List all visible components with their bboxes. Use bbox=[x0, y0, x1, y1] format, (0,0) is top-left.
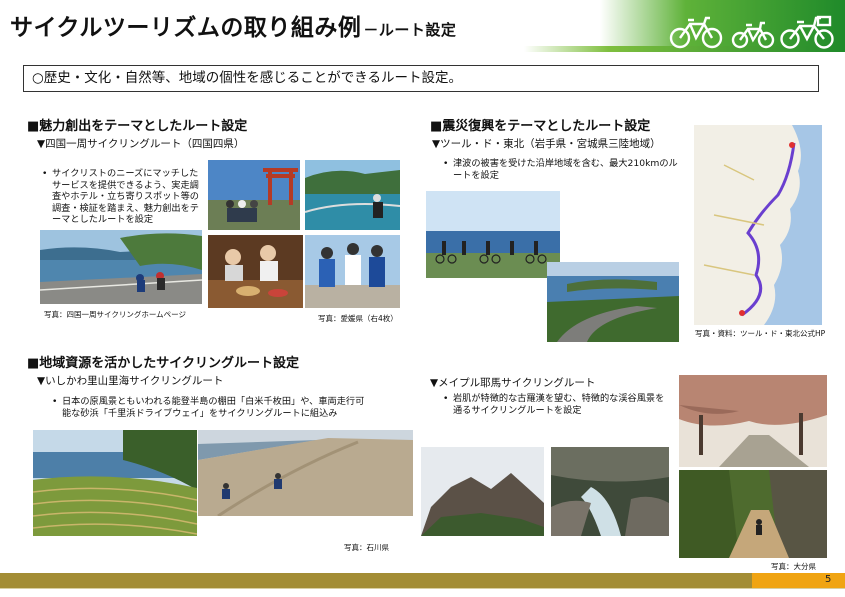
photo-river-bridge bbox=[305, 160, 400, 230]
caption-tohoku-official: 写真・資料：ツール・ド・東北公式HP bbox=[695, 329, 826, 338]
section-heading-reconstruction: ■震災復興をテーマとしたルート設定 bbox=[430, 119, 651, 134]
bullet-ishikawa: 日本の原風景ともいわれる能登半島の棚田「白米千枚田」や、車両走行可能な砂浜「千里… bbox=[52, 396, 372, 419]
page-subtitle: －ルート設定 bbox=[363, 21, 457, 39]
photo-gorge-river bbox=[551, 447, 669, 536]
photo-cyclists-group bbox=[305, 235, 400, 308]
intro-box: ○歴史・文化・自然等、地域の個性を感じることができるルート設定。 bbox=[23, 65, 819, 92]
bullet-text: 岩肌が特徴的な古羅漢を望む、特徴的な渓谷風景を通るサイクリングルートを設定 bbox=[443, 393, 669, 416]
caption-ishikawa: 写真：石川県 bbox=[344, 543, 389, 552]
caption-ehime: 写真：愛媛県（右4枚） bbox=[318, 314, 398, 323]
bullet-shikoku: サイクリストのニーズにマッチしたサービスを提供できるよう、実走調査やホテル・立ち… bbox=[42, 168, 202, 226]
photo-autumn-trees-path bbox=[679, 375, 827, 467]
section-heading-attraction: ■魅力創出をテーマとしたルート設定 bbox=[27, 119, 248, 134]
section-heading-local-resources: ■地域資源を活かしたサイクリングルート設定 bbox=[27, 356, 300, 371]
bullet-text: サイクリストのニーズにマッチしたサービスを提供できるよう、実走調査やホテル・立ち… bbox=[42, 168, 202, 226]
map-tour-de-tohoku bbox=[694, 125, 822, 325]
caption-oita: 写真：大分県 bbox=[771, 562, 816, 571]
bicycles-icon bbox=[668, 14, 838, 50]
page-title: サイクルツーリズムの取り組み例 －ルート設定 bbox=[10, 15, 457, 41]
photo-restaurant bbox=[208, 235, 303, 308]
page-number: 5 bbox=[825, 574, 832, 585]
photo-coastal-cyclists bbox=[40, 230, 202, 304]
photo-cyclists-coast bbox=[426, 191, 560, 278]
photo-tunnel-path bbox=[679, 470, 827, 558]
route-title-shikoku: ▼四国一周サイクリングルート（四国四県） bbox=[37, 138, 245, 150]
route-title-tohoku: ▼ツール・ド・東北（岩手県・宮城県三陸地域） bbox=[432, 138, 661, 150]
photo-coastal-road bbox=[547, 262, 679, 342]
route-title-ishikawa: ▼いしかわ里山里海サイクリングルート bbox=[37, 375, 224, 387]
bullet-maple-yaba: 岩肌が特徴的な古羅漢を望む、特徴的な渓谷風景を通るサイクリングルートを設定 bbox=[443, 393, 669, 416]
footer-line bbox=[0, 588, 845, 589]
photo-rice-terraces bbox=[33, 430, 197, 536]
photo-rakan-rocks bbox=[421, 447, 544, 536]
photo-torii-cyclists bbox=[208, 160, 300, 230]
route-title-maple-yaba: ▼メイプル耶馬サイクリングルート bbox=[430, 377, 596, 389]
footer-bar bbox=[0, 573, 845, 588]
bullet-tohoku: 津波の被害を受けた沿岸地域を含む、最大210kmのルートを設定 bbox=[443, 158, 683, 181]
bullet-text: 津波の被害を受けた沿岸地域を含む、最大210kmのルートを設定 bbox=[443, 158, 683, 181]
bullet-text: 日本の原風景ともいわれる能登半島の棚田「白米千枚田」や、車両走行可能な砂浜「千里… bbox=[52, 396, 372, 419]
photo-beach-driveway bbox=[198, 430, 413, 516]
caption-shikoku-homepage: 写真：四国一周サイクリングホームページ bbox=[44, 310, 186, 319]
